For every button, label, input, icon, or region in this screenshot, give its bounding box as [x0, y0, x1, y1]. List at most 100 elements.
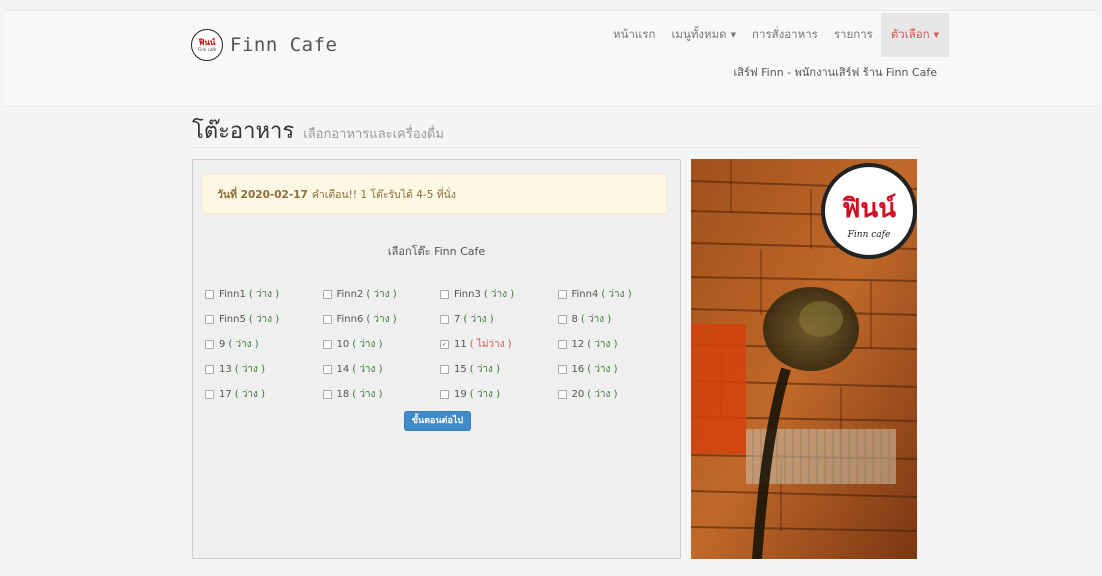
table-selection-panel: วันที่ 2020-02-17 คำเตือน!! 1 โต๊ะรับได้… [192, 159, 681, 559]
table-name: 9 [219, 339, 226, 350]
brand-logo-sub: Finn cafe [197, 47, 217, 52]
table-checkbox[interactable]: ✓ [440, 340, 449, 349]
table-option[interactable]: Finn5( ว่าง ) [205, 312, 323, 327]
table-status: ( ว่าง ) [352, 389, 383, 400]
table-status: ( ว่าง ) [469, 364, 501, 375]
table-checkbox[interactable] [322, 340, 332, 349]
table-option[interactable]: Finn4( ว่าง ) [557, 287, 676, 302]
table-name: 13 [219, 364, 232, 375]
table-name: 11 [454, 339, 467, 350]
table-name: 12 [571, 339, 585, 350]
table-option[interactable]: Finn2( ว่าง ) [322, 287, 441, 302]
table-status: ( ว่าง ) [352, 364, 383, 375]
table-status: ( ว่าง ) [234, 389, 266, 400]
table-status: ( ว่าง ) [483, 289, 515, 300]
table-checkbox[interactable] [557, 290, 567, 299]
table-checkbox[interactable] [557, 340, 567, 349]
warning-alert: วันที่ 2020-02-17 คำเตือน!! 1 โต๊ะรับได้… [202, 174, 667, 214]
photo-logo-sub: Finn cafe [847, 230, 891, 240]
table-name: Finn6 [336, 314, 364, 325]
table-checkbox[interactable] [440, 390, 449, 399]
table-option[interactable]: 15( ว่าง ) [440, 362, 558, 377]
table-name: Finn4 [571, 289, 599, 300]
table-status: ( ว่าง ) [587, 364, 618, 375]
table-checkbox[interactable] [205, 340, 214, 349]
table-status: ( ว่าง ) [366, 314, 397, 325]
nav-item-home[interactable]: หน้าแรก [605, 13, 663, 57]
table-option[interactable]: ✓ 11( ไม่ว่าง ) [440, 337, 558, 352]
alert-date: วันที่ 2020-02-17 [217, 188, 308, 201]
navbar: ฟินน์ Finn cafe Finn Cafe หน้าแรก เมนูทั… [5, 10, 1097, 107]
nav-item-ordering[interactable]: การสั่งอาหาร [744, 13, 826, 57]
table-option[interactable]: 8( ว่าง ) [557, 312, 676, 327]
nav-item-label: รายการ [833, 27, 873, 41]
table-option[interactable]: 7( ว่าง ) [440, 312, 558, 327]
table-status: ( ว่าง ) [248, 289, 280, 300]
table-row: Finn5( ว่าง ) Finn6( ว่าง ) 7( ว่าง ) 8( ว่… [205, 307, 675, 332]
table-name: 20 [571, 389, 585, 400]
table-option[interactable]: 12( ว่าง ) [557, 337, 676, 352]
table-checkbox[interactable] [205, 315, 214, 324]
table-option[interactable]: 9( ว่าง ) [205, 337, 323, 352]
table-status: ( ว่าง ) [248, 314, 280, 325]
brand-name[interactable]: Finn Cafe [230, 34, 337, 56]
table-checkbox[interactable] [440, 365, 449, 374]
table-checkbox[interactable] [322, 390, 332, 399]
table-option[interactable]: 20( ว่าง ) [557, 387, 676, 402]
cafe-photo-image: ฟินน์ Finn cafe [691, 159, 917, 559]
table-option[interactable]: Finn3( ว่าง ) [440, 287, 558, 302]
table-status: ( ว่าง ) [366, 289, 397, 300]
table-checkbox[interactable] [557, 365, 567, 374]
alert-message: คำเตือน!! 1 โต๊ะรับได้ 4-5 ที่นั่ง [311, 188, 456, 201]
nav-item-options[interactable]: ตัวเลือก ▼ [880, 13, 950, 57]
table-name: 7 [454, 314, 461, 325]
brand-logo: ฟินน์ Finn cafe [191, 29, 223, 61]
user-info: เสิร์ฟ Finn - พนักงานเสิร์ฟ ร้าน Finn Ca… [733, 66, 937, 79]
table-option[interactable]: 19( ว่าง ) [440, 387, 558, 402]
table-checkbox[interactable] [440, 315, 449, 324]
table-option[interactable]: 16( ว่าง ) [557, 362, 676, 377]
table-status: ( ว่าง ) [580, 314, 612, 325]
table-name: Finn2 [336, 289, 364, 300]
table-option[interactable]: 14( ว่าง ) [322, 362, 441, 377]
table-name: 17 [219, 389, 232, 400]
table-status: ( ว่าง ) [352, 339, 383, 350]
table-status: ( ว่าง ) [463, 314, 494, 325]
table-row: 13( ว่าง ) 14( ว่าง ) 15( ว่าง ) 16( ว่าง ) [205, 357, 675, 382]
nav-item-label: ตัวเลือก [890, 27, 930, 41]
table-checkbox[interactable] [557, 390, 567, 399]
table-checkbox[interactable] [322, 315, 332, 324]
page-title: โต๊ะอาหาร [192, 119, 295, 144]
photo-logo-text: ฟินน์ [842, 193, 896, 224]
table-grid: Finn1( ว่าง ) Finn2( ว่าง ) Finn3( ว่าง ) F… [205, 282, 675, 407]
page: ฟินน์ Finn cafe Finn Cafe หน้าแรก เมนูทั… [0, 0, 1102, 576]
table-option[interactable]: Finn1( ว่าง ) [205, 287, 323, 302]
table-name: 15 [454, 364, 467, 375]
table-checkbox[interactable] [322, 290, 332, 299]
cafe-photo: ฟินน์ Finn cafe [691, 159, 917, 559]
table-option[interactable]: 10( ว่าง ) [322, 337, 441, 352]
table-row: 17( ว่าง ) 18( ว่าง ) 19( ว่าง ) 20( ว่าง ) [205, 382, 675, 407]
table-option[interactable]: Finn6( ว่าง ) [322, 312, 441, 327]
table-name: 16 [571, 364, 585, 375]
table-option[interactable]: 18( ว่าง ) [322, 387, 441, 402]
table-checkbox[interactable] [205, 365, 214, 374]
table-name: 19 [454, 389, 467, 400]
table-option[interactable]: 17( ว่าง ) [205, 387, 323, 402]
table-checkbox[interactable] [557, 315, 567, 324]
table-checkbox[interactable] [440, 290, 449, 299]
table-checkbox[interactable] [205, 390, 214, 399]
table-status: ( ว่าง ) [587, 339, 618, 350]
table-name: Finn3 [454, 289, 481, 300]
table-name: 8 [571, 314, 578, 325]
page-header: โต๊ะอาหาร เลือกอาหารและเครื่องดื่ม [192, 113, 918, 148]
table-status: ( ว่าง ) [234, 364, 266, 375]
next-step-button[interactable]: ขั้นตอนต่อไป [404, 411, 471, 431]
table-option[interactable]: 13( ว่าง ) [205, 362, 323, 377]
nav-item-list[interactable]: รายการ [826, 13, 881, 57]
nav-item-all-menu[interactable]: เมนูทั้งหมด ▼ [663, 13, 744, 57]
brand[interactable]: ฟินน์ Finn cafe Finn Cafe [191, 27, 337, 63]
table-checkbox[interactable] [322, 365, 332, 374]
table-name: 18 [336, 389, 350, 400]
table-checkbox[interactable] [205, 290, 214, 299]
